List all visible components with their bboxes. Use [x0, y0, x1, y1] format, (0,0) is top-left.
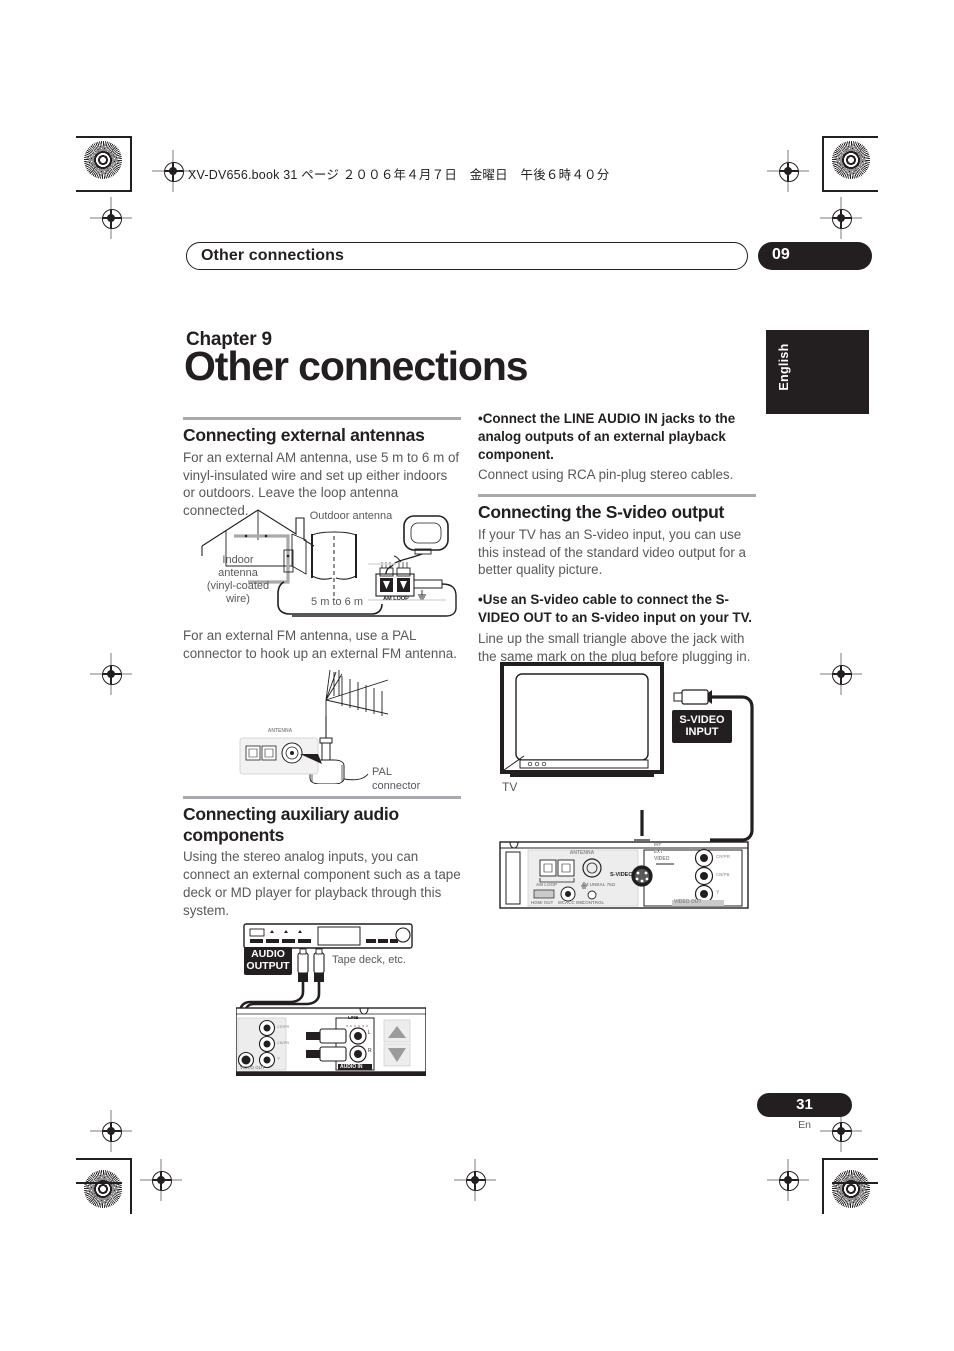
s-video-figure: TV S-VIDEO INPUT ANTENNA AM LOOP FM UNBA… — [496, 660, 758, 912]
section-para-s-video-output: If your TV has an S-video input, you can… — [478, 526, 746, 578]
page-number-badge: 31 — [757, 1093, 852, 1117]
registration-mark-bottom-right — [767, 1159, 809, 1201]
figure-label-s-video-jack: S-VIDEO — [610, 872, 633, 878]
figure-label-am-loop: AM LOOP — [383, 596, 409, 602]
s-video-input-label-1: S-VIDEO — [679, 714, 725, 726]
figure-label-pal-connector: PAL connector — [372, 766, 421, 792]
figure-label-y-rear: Y — [716, 890, 720, 896]
fm-antenna-figure: ANTENNA PAL connector — [238, 666, 428, 792]
page-number: 31 — [796, 1096, 813, 1113]
figure-label-y: Y — [277, 1056, 281, 1061]
figure-label-indoor-antenna-4: wire) — [226, 593, 250, 605]
audio-output-badge: AUDIO OUTPUT — [244, 947, 292, 975]
figure-label-audio-in: AUDIO IN — [340, 1064, 363, 1070]
page-title: Other connections — [184, 343, 529, 389]
auxiliary-audio-svg — [235, 923, 427, 1076]
crop-mark-tl-h2 — [76, 190, 132, 192]
crop-mark-bl-h2 — [76, 1182, 122, 1184]
bullet-s-video-cable-text: Use an S-video cable to connect the S-VI… — [478, 592, 753, 626]
book-slug-line: XV-DV656.book 31 ページ ２００６年４月７日 金曜日 午後６時４… — [188, 168, 610, 182]
figure-label-line: LINE — [348, 1015, 359, 1020]
bullet-line-audio-in-text: Connect the LINE AUDIO IN jacks to the a… — [478, 411, 736, 462]
crop-mark-br-h2 — [832, 1182, 878, 1184]
figure-label-channel-l: L — [368, 1030, 371, 1036]
figure-label-indoor-antenna-3: (vinyl-coated — [206, 580, 270, 592]
figure-label-antenna-block: ANTENNA — [569, 850, 595, 856]
section-heading-auxiliary-audio: Connecting auxiliary audio components — [183, 804, 399, 845]
left-column-fm-text: For an external FM antenna, use a PAL co… — [183, 627, 461, 663]
crop-mark-br-v — [822, 1158, 824, 1214]
figure-label-ext: EXT — [654, 849, 663, 854]
language-side-tab-label: English — [777, 343, 791, 391]
language-side-tab: English — [766, 330, 869, 414]
figure-label-tv: TV — [502, 780, 518, 794]
figure-label-antenna-panel: ANTENNA — [267, 728, 293, 734]
s-video-input-badge: S-VIDEO INPUT — [672, 710, 732, 743]
section-para-fm-antenna: For an external FM antenna, use a PAL co… — [183, 628, 457, 661]
section-heading-external-antennas: Connecting external antennas — [183, 425, 425, 446]
section-rule — [478, 494, 756, 498]
bullet-line-audio-in-note: Connect using RCA pin-plug stereo cables… — [478, 467, 734, 483]
figure-label-indoor-antenna-1: Indoor — [222, 554, 254, 566]
registration-mark-right-upper — [820, 197, 862, 239]
crop-mark-tr-h — [822, 136, 878, 138]
registration-mark-top-left — [152, 150, 194, 192]
chapter-number-badge: 09 — [758, 242, 872, 270]
s-video-input-label-2: INPUT — [685, 726, 719, 739]
crop-mark-bl-v — [130, 1158, 132, 1214]
registration-starburst-bottom-right — [832, 1170, 870, 1208]
figure-label-int: INT — [654, 842, 662, 847]
figure-label-video-out: VIDEO OUT — [240, 1065, 265, 1070]
registration-mark-left-lower — [90, 1110, 132, 1152]
audio-output-label-1: AUDIO — [251, 948, 285, 960]
registration-starburst-top-right — [832, 141, 870, 179]
registration-mark-left-upper — [90, 197, 132, 239]
section-heading-s-video-output: Connecting the S-video output — [478, 502, 724, 523]
figure-label-video-out-rear: VIDEO OUT — [674, 899, 702, 905]
figure-label-control: CONTROL — [582, 900, 605, 905]
auxiliary-audio-figure: AUDIO OUTPUT Tape deck, etc. LINE AUDIO … — [235, 922, 427, 1080]
registration-mark-left-middle — [90, 653, 132, 695]
figure-label-hdmi-out: HDMI OUT — [531, 900, 554, 905]
registration-mark-top-right — [767, 150, 809, 192]
left-column-aux-audio: Connecting auxiliary audio components Us… — [183, 796, 461, 920]
crop-mark-bl-h — [76, 1158, 132, 1160]
manual-page: XV-DV656.book 31 ページ ２００６年４月７日 金曜日 午後６時４… — [0, 0, 954, 1351]
crop-mark-tl-v — [130, 136, 132, 192]
figure-label-tape-deck: Tape deck, etc. — [332, 954, 406, 966]
crop-mark-br-h — [822, 1158, 878, 1160]
running-head-title: Other connections — [201, 247, 345, 264]
registration-starburst-top-left — [84, 141, 122, 179]
figure-label-wire-length: 5 m to 6 m — [311, 596, 363, 608]
figure-label-indoor-antenna-2: antenna — [218, 567, 258, 579]
figure-label-outdoor-antenna: Outdoor antenna — [309, 510, 393, 522]
figure-label-cr-pr-rear: CR/PR — [716, 854, 731, 859]
right-column-bullet: •Connect the LINE AUDIO IN jacks to the … — [478, 410, 756, 484]
section-rule — [183, 796, 461, 800]
bullet-line-audio-in: •Connect the LINE AUDIO IN jacks to the … — [478, 410, 756, 463]
audio-output-label-2: OUTPUT — [246, 959, 290, 972]
figure-label-am-loop-rear: AM LOOP — [536, 882, 557, 887]
registration-mark-bottom-left — [140, 1159, 182, 1201]
crop-mark-tr-h2 — [822, 190, 878, 192]
registration-starburst-bottom-left — [84, 1170, 122, 1208]
section-para-auxiliary-audio: Using the stereo analog inputs, you can … — [183, 849, 461, 918]
running-head-pill: Other connections — [186, 242, 748, 270]
figure-label-cb-pb-rear: CB/PB — [716, 872, 730, 877]
figure-label-fm-unbal: FM UNBAL 75Ω — [582, 882, 616, 887]
right-column-svideo: Connecting the S-video output If your TV… — [478, 494, 756, 666]
crop-mark-tr-v — [822, 136, 824, 192]
chapter-number-label: 09 — [772, 246, 790, 263]
crop-mark-tl-h — [76, 136, 132, 138]
figure-label-cb-pb: CB/PB — [277, 1040, 290, 1045]
section-rule — [183, 417, 461, 421]
registration-mark-right-middle — [820, 653, 862, 695]
am-antenna-figure: Outdoor antenna Indoor antenna (vinyl-co… — [196, 504, 464, 624]
figure-label-video: VIDEO — [654, 856, 670, 862]
bullet-s-video-cable: •Use an S-video cable to connect the S-V… — [478, 591, 756, 627]
figure-label-cr-pr: CR/PR — [277, 1024, 290, 1029]
figure-label-channel-r: R — [368, 1048, 372, 1054]
figure-label-mcacc-mic: MCACC MIC — [558, 900, 585, 905]
registration-mark-bottom-center — [454, 1159, 496, 1201]
